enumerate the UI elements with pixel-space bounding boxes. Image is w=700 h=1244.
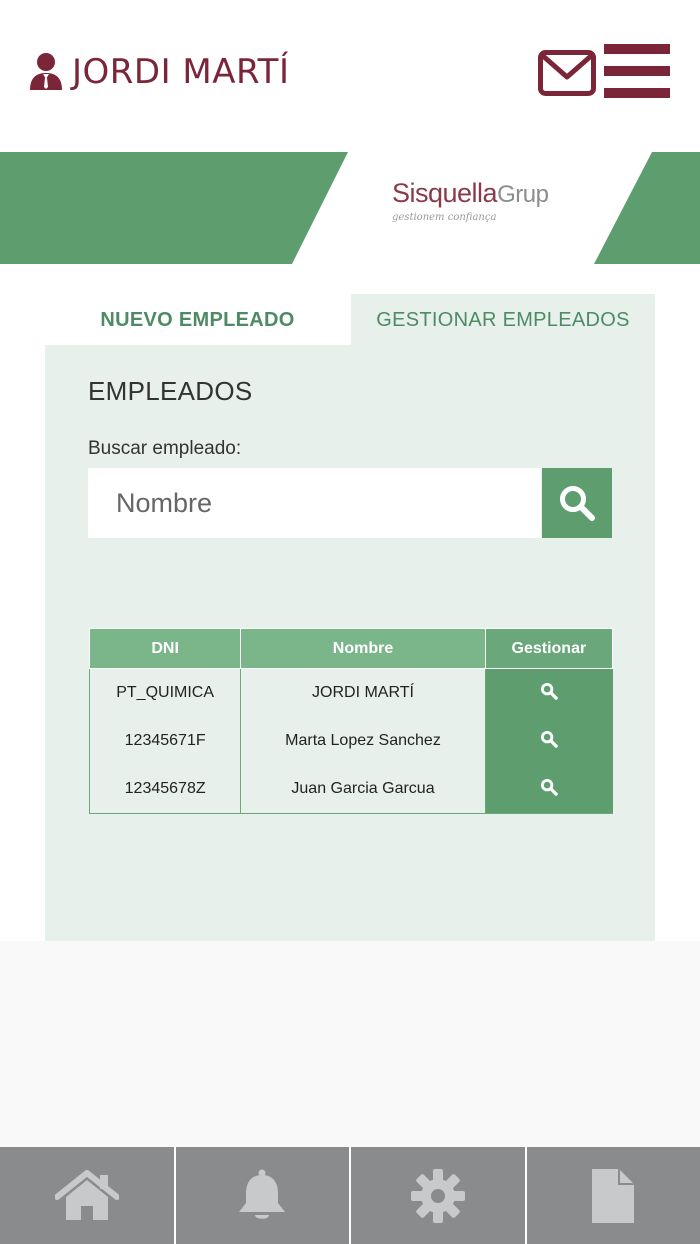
logo-main: Sisquella: [392, 178, 498, 208]
bell-icon: [239, 1169, 286, 1219]
manage-button[interactable]: [485, 717, 613, 765]
table-row: 12345678Z Juan Garcia Garcua: [88, 765, 613, 814]
search-icon: [541, 682, 558, 700]
nav-settings[interactable]: [351, 1147, 527, 1244]
nav-documents[interactable]: [527, 1147, 700, 1244]
bottom-nav: [0, 1147, 700, 1244]
cell-name: Juan Garcia Garcua: [240, 765, 486, 814]
search-icon: [541, 730, 558, 748]
tab-label: NUEVO EMPLEADO: [100, 308, 295, 331]
cell-dni: 12345671F: [88, 717, 242, 765]
cell-dni: PT_QUIMICA: [88, 668, 242, 717]
table-header-row: DNI Nombre Gestionar: [88, 628, 614, 669]
footer-spacer: [0, 941, 700, 1147]
menu-icon[interactable]: [604, 44, 670, 98]
manage-button[interactable]: [485, 765, 613, 814]
logo-tagline: gestionem confiança: [392, 212, 497, 223]
mail-icon[interactable]: [538, 50, 596, 96]
brand-banner: [0, 152, 700, 264]
nav-notifications[interactable]: [176, 1147, 351, 1244]
brand-logo: SisquellaGrup: [392, 178, 549, 209]
column-header-nombre[interactable]: Nombre: [240, 628, 486, 669]
table-row: 12345671F Marta Lopez Sanchez: [88, 717, 613, 765]
nav-home[interactable]: [0, 1147, 176, 1244]
column-header-gestionar: Gestionar: [484, 628, 614, 669]
search-label: Buscar empleado:: [88, 438, 242, 459]
tab-nuevo-empleado[interactable]: NUEVO EMPLEADO: [45, 294, 350, 346]
user-name: JORDI MARTÍ: [72, 52, 290, 92]
user-icon: [30, 53, 62, 90]
gear-icon: [410, 1168, 465, 1223]
table-row: PT_QUIMICA JORDI MARTÍ: [88, 668, 613, 717]
search-icon: [541, 778, 558, 796]
cell-name: JORDI MARTÍ: [240, 668, 486, 717]
column-header-dni[interactable]: DNI: [88, 628, 242, 669]
cell-name: Marta Lopez Sanchez: [240, 717, 486, 765]
app-header: JORDI MARTÍ: [0, 0, 700, 150]
tab-gestionar-empleados[interactable]: GESTIONAR EMPLEADOS: [351, 294, 655, 346]
cell-dni: 12345678Z: [88, 765, 242, 814]
section-title: EMPLEADOS: [88, 376, 253, 406]
tab-label: GESTIONAR EMPLEADOS: [376, 308, 630, 331]
document-icon: [592, 1168, 635, 1223]
search-button[interactable]: [542, 468, 612, 538]
home-icon: [54, 1169, 119, 1220]
employees-table: DNI Nombre Gestionar PT_QUIMICA JORDI MA…: [88, 628, 614, 814]
search-icon: [560, 486, 595, 521]
logo-suffix: Grup: [497, 181, 549, 208]
manage-button[interactable]: [485, 668, 613, 717]
search-input[interactable]: [88, 468, 541, 538]
